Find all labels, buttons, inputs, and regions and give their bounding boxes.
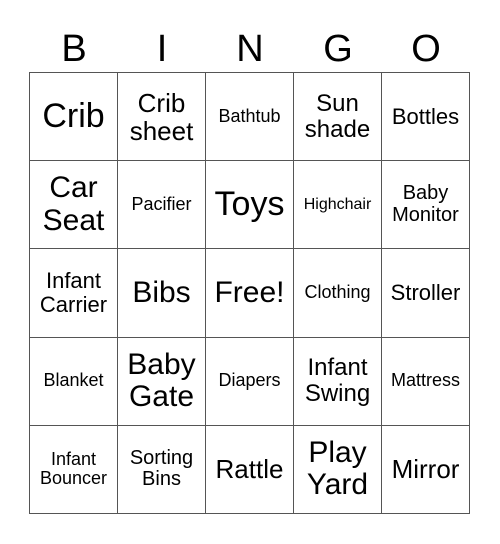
bingo-cell[interactable]: Clothing: [294, 249, 382, 338]
bingo-cell[interactable]: Mattress: [382, 337, 470, 426]
bingo-cell[interactable]: Pacifier: [118, 161, 206, 250]
bingo-cell[interactable]: Infant Carrier: [30, 249, 118, 338]
header-letter-o: O: [411, 28, 441, 70]
bingo-cell[interactable]: Crib sheet: [118, 73, 206, 162]
header-letter-b: B: [61, 28, 87, 70]
header-letter-n: N: [236, 28, 264, 70]
bingo-cell[interactable]: Diapers: [206, 337, 294, 426]
bingo-cell[interactable]: Mirror: [382, 425, 470, 514]
bingo-cell[interactable]: Infant Swing: [294, 337, 382, 426]
bingo-header: B I N G O: [30, 26, 470, 72]
bingo-grid: Crib Crib sheet Bathtub Sun shade Bottle…: [29, 72, 470, 514]
bingo-cell[interactable]: Stroller: [382, 249, 470, 338]
bingo-cell free-space[interactable]: Free!: [206, 249, 294, 338]
bingo-cell[interactable]: Highchair: [294, 161, 382, 250]
bingo-cell[interactable]: Sun shade: [294, 73, 382, 162]
bingo-cell[interactable]: Play Yard: [294, 425, 382, 514]
header-letter-i: I: [156, 28, 168, 70]
bingo-cell[interactable]: Baby Gate: [118, 337, 206, 426]
bingo-cell[interactable]: Bibs: [118, 249, 206, 338]
bingo-cell[interactable]: Crib: [30, 73, 118, 162]
header-letter-g: G: [323, 28, 353, 70]
bingo-cell[interactable]: Car Seat: [30, 161, 118, 250]
bingo-cell[interactable]: Bathtub: [206, 73, 294, 162]
bingo-cell[interactable]: Sorting Bins: [118, 425, 206, 514]
bingo-cell[interactable]: Infant Bouncer: [30, 425, 118, 514]
bingo-cell[interactable]: Baby Monitor: [382, 161, 470, 250]
bingo-cell[interactable]: Blanket: [30, 337, 118, 426]
bingo-cell[interactable]: Rattle: [206, 425, 294, 514]
bingo-cell[interactable]: Toys: [206, 161, 294, 250]
bingo-cell[interactable]: Bottles: [382, 73, 470, 162]
